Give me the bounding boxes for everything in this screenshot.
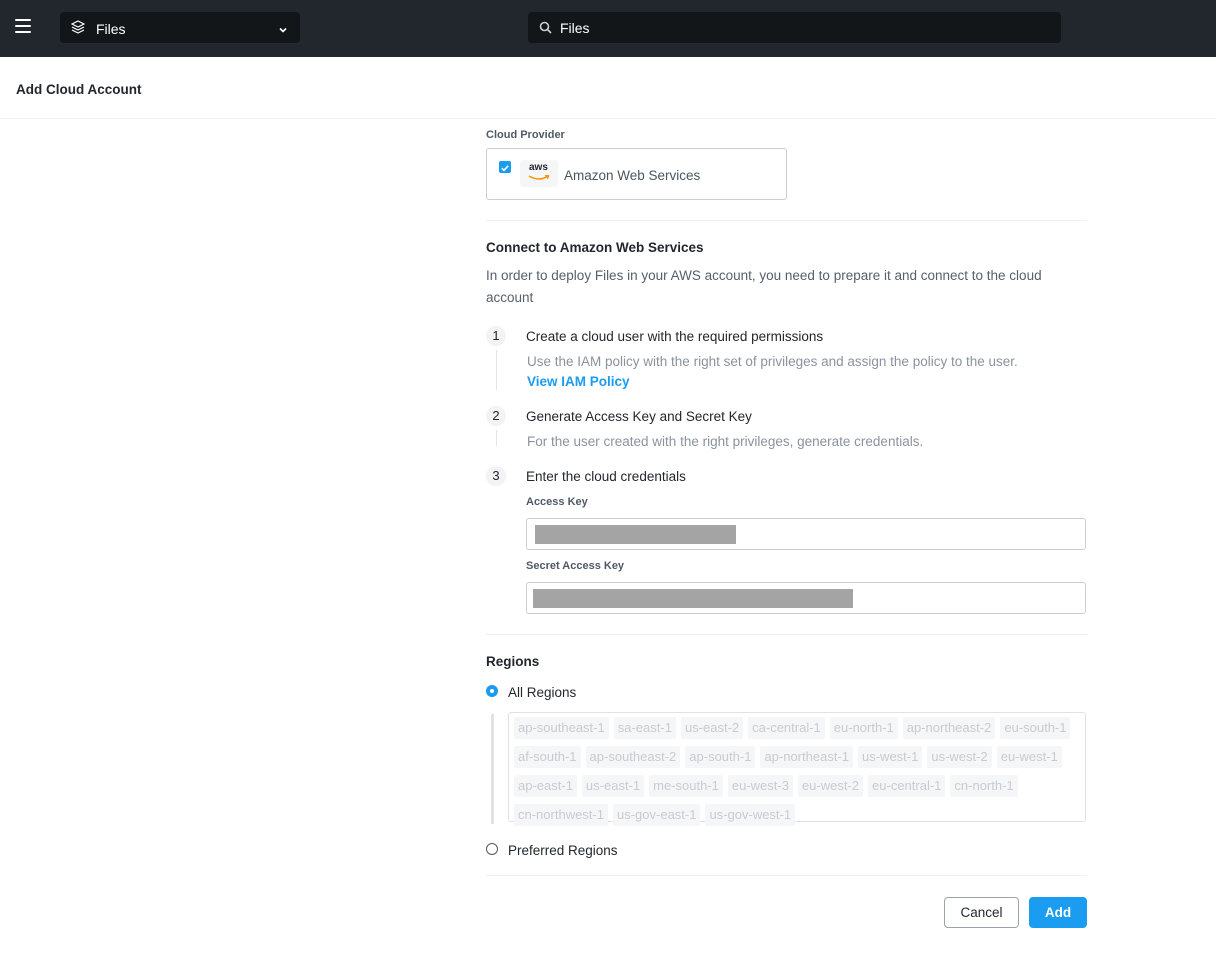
secret-access-key-input[interactable] — [526, 582, 1086, 614]
connect-description: In order to deploy Files in your AWS acc… — [486, 268, 1042, 305]
region-group-bar — [491, 714, 494, 824]
divider — [486, 634, 1087, 635]
region-chip: ap-east-1 — [514, 775, 577, 797]
region-chip: us-west-1 — [858, 746, 923, 768]
search-icon — [539, 21, 552, 39]
step-3-number: 3 — [486, 466, 506, 486]
provider-name: Amazon Web Services — [564, 168, 701, 183]
region-list: ap-southeast-1 sa-east-1 us-east-2 ca-centr… — [508, 712, 1086, 826]
region-chip: us-gov-west-1 — [705, 804, 796, 826]
view-iam-policy-link[interactable]: View IAM Policy — [527, 374, 630, 389]
step-connector — [496, 350, 497, 390]
provider-card-aws[interactable]: aws Amazon Web Services — [486, 148, 787, 200]
files-stack-icon — [70, 20, 86, 39]
region-chip: ap-northeast-2 — [902, 717, 996, 739]
cloud-provider-label: Cloud Provider — [486, 129, 565, 141]
access-key-input[interactable] — [526, 518, 1086, 550]
region-chip: us-east-1 — [581, 775, 645, 797]
step-1-description: Use the IAM policy with the right set of… — [527, 354, 1018, 369]
search-input[interactable] — [560, 12, 1040, 43]
region-chip: cn-north-1 — [950, 775, 1018, 797]
region-chip: ap-southeast-2 — [585, 746, 681, 768]
step-2-title: Generate Access Key and Secret Key — [526, 409, 752, 424]
page-title: Add Cloud Account — [16, 82, 142, 97]
region-chip: eu-west-3 — [727, 775, 793, 797]
region-chip: ap-south-1 — [685, 746, 756, 768]
connect-title: Connect to Amazon Web Services — [486, 240, 704, 255]
chevron-down-icon — [278, 22, 288, 40]
preferred-regions-label[interactable]: Preferred Regions — [508, 843, 618, 858]
all-regions-label[interactable]: All Regions — [508, 685, 576, 700]
top-bar: Files — [0, 0, 1216, 57]
region-chip: us-east-2 — [680, 717, 744, 739]
region-chip: us-west-2 — [927, 746, 992, 768]
region-chip: eu-north-1 — [829, 717, 898, 739]
preferred-regions-radio[interactable] — [486, 843, 498, 855]
region-chip: eu-west-1 — [996, 746, 1062, 768]
secret-access-key-label: Secret Access Key — [526, 560, 625, 572]
hamburger-icon[interactable] — [15, 19, 31, 33]
page-header: Add Cloud Account — [0, 57, 1216, 119]
aws-logo: aws — [520, 160, 558, 187]
region-chip: eu-south-1 — [1000, 717, 1071, 739]
region-chip: me-south-1 — [649, 775, 723, 797]
global-search — [528, 12, 1061, 43]
aws-logo-text: aws — [529, 162, 548, 173]
cancel-button[interactable]: Cancel — [944, 897, 1019, 928]
step-3-title: Enter the cloud credentials — [526, 469, 686, 484]
region-chip: sa-east-1 — [613, 717, 676, 739]
app-switcher[interactable]: Files — [60, 12, 300, 43]
redacted-value — [535, 525, 736, 544]
checkbox-checked-icon[interactable] — [499, 161, 511, 173]
step-1-title: Create a cloud user with the required pe… — [526, 329, 824, 344]
region-chip: ca-central-1 — [748, 717, 825, 739]
region-chip: eu-central-1 — [868, 775, 946, 797]
region-chip: ap-northeast-1 — [760, 746, 853, 768]
step-1-number: 1 — [486, 326, 506, 346]
redacted-value — [533, 589, 853, 608]
step-connector — [496, 430, 497, 446]
add-button[interactable]: Add — [1029, 897, 1087, 928]
region-chip: cn-northwest-1 — [514, 804, 608, 826]
all-regions-radio[interactable] — [486, 685, 498, 697]
app-switcher-label: Files — [96, 21, 126, 37]
region-chip: ap-southeast-1 — [514, 717, 609, 739]
step-2-description: For the user created with the right priv… — [527, 434, 924, 449]
divider — [486, 875, 1087, 876]
region-chip: us-gov-east-1 — [612, 804, 701, 826]
aws-smile-icon — [528, 174, 550, 180]
region-chip: eu-west-2 — [797, 775, 864, 797]
divider — [486, 220, 1087, 221]
region-chip: af-south-1 — [514, 746, 581, 768]
regions-title: Regions — [486, 654, 540, 669]
step-2-number: 2 — [486, 406, 506, 426]
access-key-label: Access Key — [526, 496, 588, 508]
